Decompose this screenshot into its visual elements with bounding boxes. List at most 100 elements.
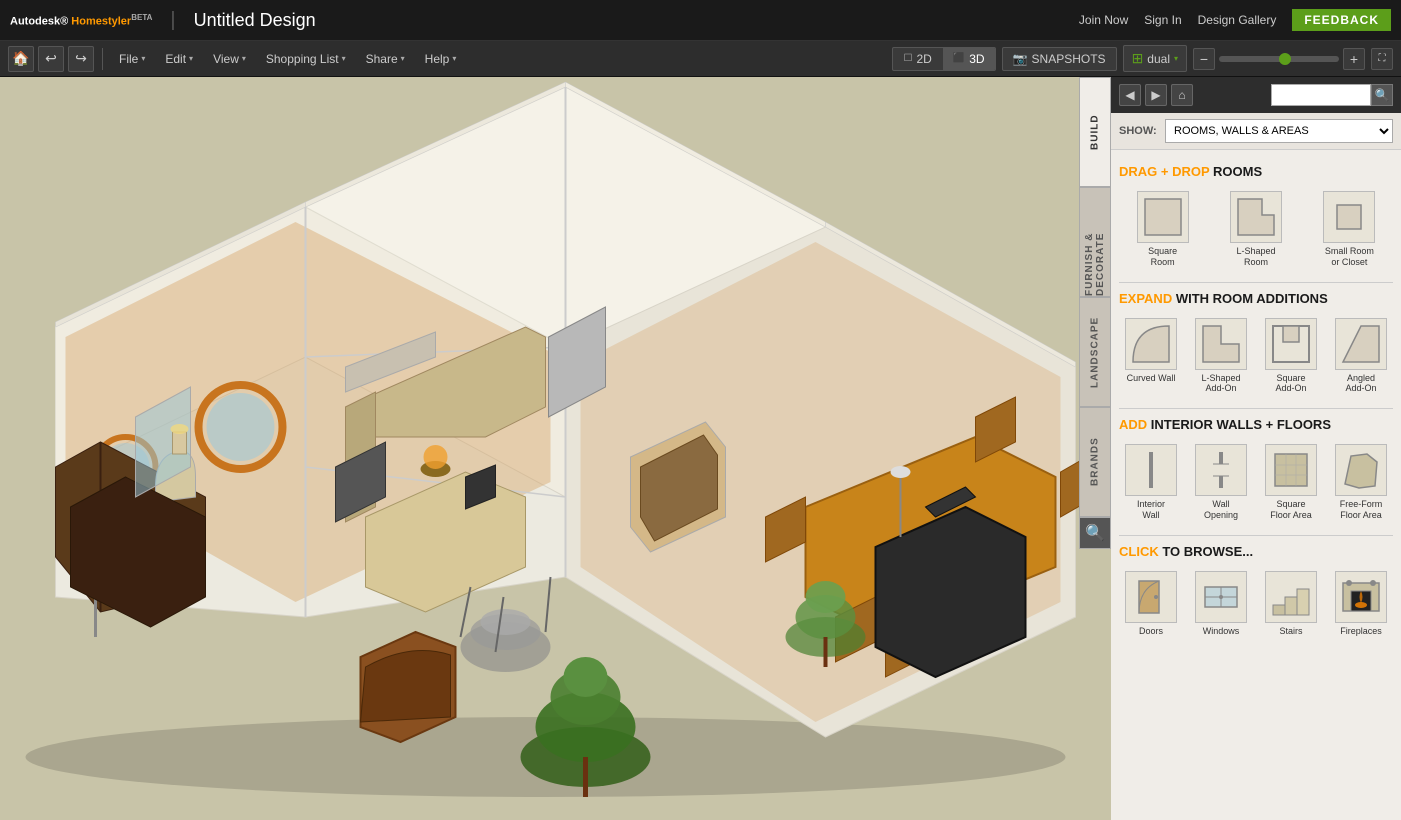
wall-opening-icon (1195, 444, 1247, 496)
room-l-shaped[interactable]: L-ShapedRoom (1212, 187, 1299, 272)
section-click-title: CLICK TO BROWSE... (1119, 544, 1393, 559)
show-label: SHOW: (1119, 125, 1159, 137)
panel-home-button[interactable]: ⌂ (1171, 84, 1193, 106)
floorplan-scene (0, 77, 1111, 820)
browse-windows[interactable]: Windows (1189, 567, 1253, 641)
tab-furnish[interactable]: FURNISH & DECORATE (1079, 187, 1111, 297)
home-button[interactable]: 🏠 (8, 46, 34, 72)
sign-in-link[interactable]: Sign In (1144, 13, 1181, 27)
nav-right-arrow[interactable]: ▶ (583, 129, 594, 146)
floor-square-label: SquareFloor Area (1270, 499, 1312, 521)
main-area: ▲ ▼ ◀ ▶ ⊕ (0, 77, 1401, 820)
interior-wall[interactable]: InteriorWall (1119, 440, 1183, 525)
section-expand-title: EXPAND WITH ROOM ADDITIONS (1119, 291, 1393, 306)
addition-square-icon (1265, 318, 1317, 370)
browse-stairs-label: Stairs (1279, 626, 1302, 637)
floor-freeform[interactable]: Free-FormFloor Area (1329, 440, 1393, 525)
browse-doors-icon (1125, 571, 1177, 623)
addition-curved[interactable]: Curved Wall (1119, 314, 1183, 399)
btn-3d[interactable]: ⬛ 3D (943, 48, 995, 70)
tab-brands[interactable]: BRANDS (1079, 407, 1111, 517)
addition-l-shaped[interactable]: L-ShapedAdd-On (1189, 314, 1253, 399)
room-l-shaped-label: L-ShapedRoom (1236, 246, 1275, 268)
panel-content: DRAG + DROP ROOMS SquareRoom (1111, 150, 1401, 820)
wall-opening-label: WallOpening (1204, 499, 1238, 521)
menu-help[interactable]: Help▾ (417, 48, 465, 70)
room-square-icon (1137, 191, 1189, 243)
zoom-out-button[interactable]: − (1193, 48, 1215, 70)
browse-stairs[interactable]: Stairs (1259, 567, 1323, 641)
design-gallery-link[interactable]: Design Gallery (1198, 13, 1277, 27)
btn-2d[interactable]: ☐ 2D (893, 48, 941, 70)
panel-nav: ◀ ▶ ⌂ (1119, 84, 1193, 106)
browse-grid: Doors Windows (1119, 567, 1393, 641)
addition-angled-icon (1335, 318, 1387, 370)
browse-fireplaces[interactable]: Fireplaces (1329, 567, 1393, 641)
zoom-slider[interactable] (1219, 56, 1339, 62)
panel-search-input[interactable] (1271, 84, 1371, 106)
browse-fireplaces-icon (1335, 571, 1387, 623)
menu-share[interactable]: Share▾ (358, 48, 413, 70)
menu-separator (102, 48, 103, 70)
show-row: SHOW: ROOMS, WALLS & AREAS ALL WALLS ONL… (1111, 113, 1401, 150)
wall-opening[interactable]: WallOpening (1189, 440, 1253, 525)
nav-down-arrow[interactable]: ▼ (549, 159, 563, 175)
undo-button[interactable]: ↩ (38, 46, 64, 72)
room-square[interactable]: SquareRoom (1119, 187, 1206, 272)
navigation-control[interactable]: ▲ ▼ ◀ ▶ ⊕ (511, 92, 601, 182)
browse-windows-icon (1195, 571, 1247, 623)
addition-square[interactable]: SquareAdd-On (1259, 314, 1323, 399)
addition-curved-icon (1125, 318, 1177, 370)
feedback-button[interactable]: FEEDBACK (1292, 9, 1391, 31)
nav-center[interactable]: ⊕ (541, 122, 571, 152)
browse-doors-label: Doors (1139, 626, 1163, 637)
zoom-slider-thumb (1279, 53, 1291, 65)
show-select[interactable]: ROOMS, WALLS & AREAS ALL WALLS ONLY (1165, 119, 1393, 143)
floor-freeform-label: Free-FormFloor Area (1340, 499, 1383, 521)
tab-build[interactable]: BUILD (1079, 77, 1111, 187)
zoom-in-button[interactable]: + (1343, 48, 1365, 70)
panel-search-button[interactable]: 🔍 (1371, 84, 1393, 106)
room-small-label: Small Roomor Closet (1325, 246, 1374, 268)
floor-square[interactable]: SquareFloor Area (1259, 440, 1323, 525)
join-now-link[interactable]: Join Now (1079, 13, 1128, 27)
camera-icon: 📷 (1013, 52, 1028, 66)
top-bar: Autodesk® HomestylerBETA | Untitled Desi… (0, 0, 1401, 41)
addition-angled[interactable]: AngledAdd-On (1329, 314, 1393, 399)
nav-left-arrow[interactable]: ◀ (518, 129, 529, 146)
nav-ring: ▲ ▼ ◀ ▶ ⊕ (511, 92, 601, 182)
snapshots-button[interactable]: 📷 SNAPSHOTS (1002, 47, 1117, 71)
room-l-shaped-icon (1230, 191, 1282, 243)
rooms-grid: SquareRoom L-ShapedRoom (1119, 187, 1393, 272)
browse-stairs-icon (1265, 571, 1317, 623)
fullscreen-button[interactable]: ⛶ (1371, 48, 1393, 70)
menu-view[interactable]: View▾ (205, 48, 254, 70)
menu-file[interactable]: File▾ (111, 48, 153, 70)
menu-shopping-list[interactable]: Shopping List▾ (258, 48, 354, 70)
panel-forward-button[interactable]: ▶ (1145, 84, 1167, 106)
logo-area: Autodesk® HomestylerBETA | Untitled Desi… (10, 9, 316, 32)
floor-square-icon (1265, 444, 1317, 496)
addition-square-label: SquareAdd-On (1275, 373, 1306, 395)
redo-button[interactable]: ↪ (68, 46, 94, 72)
browse-doors[interactable]: Doors (1119, 567, 1183, 641)
tab-landscape[interactable]: LANDSCAPE (1079, 297, 1111, 407)
top-bar-right: Join Now Sign In Design Gallery FEEDBACK (1079, 9, 1391, 31)
menu-edit[interactable]: Edit▾ (157, 48, 201, 70)
autodesk-logo: Autodesk® HomestylerBETA (10, 13, 152, 28)
zoom-bar: − + (1193, 48, 1365, 70)
room-square-label: SquareRoom (1148, 246, 1177, 268)
browse-windows-label: Windows (1203, 626, 1240, 637)
canvas-area[interactable]: ▲ ▼ ◀ ▶ ⊕ (0, 77, 1111, 820)
divider-3 (1119, 535, 1393, 536)
title-divider: | (170, 9, 175, 32)
2d-3d-toggle: ☐ 2D ⬛ 3D (892, 47, 995, 71)
room-small[interactable]: Small Roomor Closet (1306, 187, 1393, 272)
panel-back-button[interactable]: ◀ (1119, 84, 1141, 106)
nav-up-arrow[interactable]: ▲ (549, 99, 563, 115)
dual-button[interactable]: ⊞ dual ▾ (1123, 45, 1187, 72)
additions-grid: Curved Wall L-ShapedAdd-On (1119, 314, 1393, 399)
panel-header: ◀ ▶ ⌂ 🔍 (1111, 77, 1401, 113)
search-side-btn[interactable]: 🔍 (1079, 517, 1111, 549)
right-panel: BUILD FURNISH & DECORATE LANDSCAPE BRAND… (1111, 77, 1401, 820)
